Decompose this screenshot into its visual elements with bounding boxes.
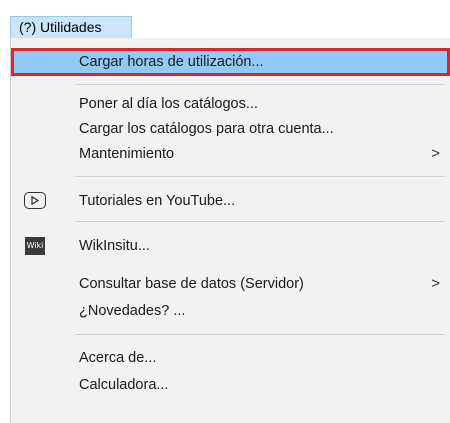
- menu-item-novedades[interactable]: ¿Novedades? ...: [11, 297, 450, 325]
- menu-item-cargar-horas[interactable]: Cargar horas de utilización...: [11, 48, 450, 76]
- menu-item-label: Cargar los catálogos para otra cuenta...: [79, 121, 334, 137]
- menu-item-label: Mantenimiento: [79, 146, 175, 162]
- dropdown-menu: Cargar horas de utilización... Poner al …: [10, 38, 450, 423]
- submenu-arrow-icon: >: [431, 275, 440, 292]
- menu-item-tutoriales-youtube[interactable]: Tutoriales en YouTube...: [11, 187, 450, 215]
- menu-item-label: ¿Novedades? ...: [79, 303, 186, 319]
- menu-separator: [75, 176, 445, 177]
- menu-item-label: Calculadora...: [79, 377, 169, 393]
- menu-item-consultar-base-datos[interactable]: Consultar base de datos (Servidor) >: [11, 270, 450, 298]
- menu-item-calculadora[interactable]: Calculadora...: [11, 371, 450, 399]
- menu-item-label: Consultar base de datos (Servidor): [79, 276, 304, 292]
- menu-item-label: Poner al día los catálogos...: [79, 96, 258, 112]
- menu-item-cargar-catalogos[interactable]: Cargar los catálogos para otra cuenta...: [11, 115, 450, 143]
- menubar: (?) Utilidades: [0, 0, 450, 38]
- wiki-icon: Wiki: [25, 237, 45, 255]
- menu-item-label: Cargar horas de utilización...: [79, 54, 264, 70]
- screenshot: (?) Utilidades Cargar horas de utilizaci…: [0, 0, 450, 423]
- menu-item-mantenimiento[interactable]: Mantenimiento >: [11, 140, 450, 168]
- menu-item-label: Acerca de...: [79, 350, 157, 366]
- menu-separator: [75, 221, 445, 222]
- menu-item-label: Tutoriales en YouTube...: [79, 193, 236, 209]
- menu-item-poner-al-dia[interactable]: Poner al día los catálogos...: [11, 90, 450, 118]
- youtube-play-icon: [24, 192, 46, 209]
- menu-item-wikinsitu[interactable]: Wiki WikInsitu...: [11, 232, 450, 260]
- menu-separator: [75, 84, 445, 85]
- menu-utilidades[interactable]: (?) Utilidades: [10, 16, 132, 38]
- menu-item-acerca-de[interactable]: Acerca de...: [11, 344, 450, 372]
- menu-item-label: WikInsitu...: [79, 238, 150, 254]
- menu-separator: [75, 334, 445, 335]
- submenu-arrow-icon: >: [431, 145, 440, 162]
